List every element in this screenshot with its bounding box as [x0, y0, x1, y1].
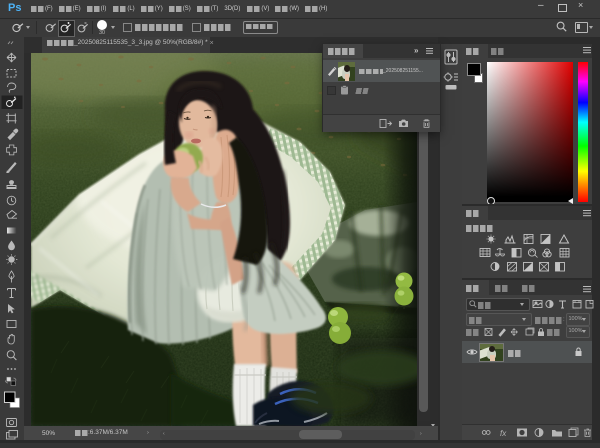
svg-text:fx: fx [500, 429, 507, 438]
